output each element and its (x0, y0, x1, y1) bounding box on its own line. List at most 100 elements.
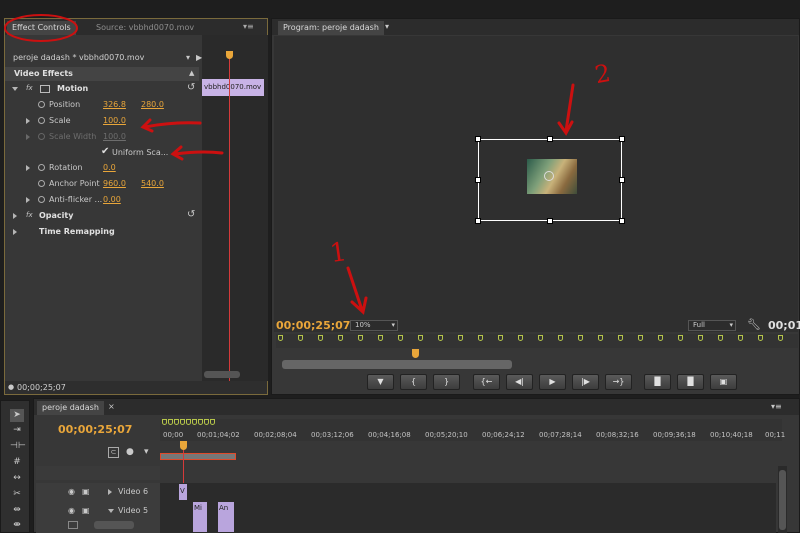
anchor-y-value[interactable]: 540.0 (141, 179, 164, 188)
add-marker-button[interactable]: ▼ (367, 374, 394, 390)
ripple-edit-tool-icon[interactable]: ⊣⊢ (10, 440, 26, 453)
motion-row[interactable]: fx Motion ↺ (5, 82, 199, 96)
play-button[interactable]: ▶ (539, 374, 566, 390)
motion-transform-icon[interactable] (40, 85, 50, 93)
mini-timeline-playhead[interactable] (229, 53, 230, 387)
anti-flicker-stopwatch-icon[interactable] (38, 196, 45, 203)
rotation-expand-icon[interactable] (26, 165, 30, 171)
position-y-value[interactable]: 280.0 (141, 100, 164, 109)
program-zoom-scrollbar[interactable] (282, 360, 512, 369)
uniform-scale-checkbox[interactable]: ✔ (101, 146, 109, 157)
tab-sequence[interactable]: peroje dadash (37, 401, 104, 415)
program-ruler[interactable] (276, 334, 798, 348)
wrench-icon[interactable]: 🔧︎ (747, 318, 761, 331)
sequence-tab-close-icon[interactable]: × (108, 402, 115, 411)
program-playhead-cap[interactable] (412, 349, 419, 358)
mark-in-button[interactable]: { (400, 374, 427, 390)
transform-handle-mr[interactable] (619, 177, 625, 183)
tab-program[interactable]: Program: peroje dadash (278, 21, 384, 35)
time-remapping-row[interactable]: Time Remapping (5, 225, 199, 239)
go-to-in-button[interactable]: {← (473, 374, 500, 390)
mini-timeline-playhead-cap[interactable] (226, 51, 233, 59)
position-x-value[interactable]: 326.8 (103, 100, 126, 109)
v5-expand-icon[interactable] (108, 509, 114, 513)
extract-button[interactable]: ▐▌ (677, 374, 704, 390)
anchor-crosshair-icon[interactable] (544, 171, 554, 181)
position-stopwatch-icon[interactable] (38, 101, 45, 108)
mark-out-button[interactable]: } (433, 374, 460, 390)
anchor-stopwatch-icon[interactable] (38, 180, 45, 187)
timeline-marker-icon[interactable]: ▾ (144, 447, 149, 457)
motion-expand-icon[interactable] (12, 87, 18, 91)
motion-reset-icon[interactable]: ↺ (187, 82, 195, 93)
mini-timeline-clip[interactable]: vbbhd0070.mov (202, 79, 264, 96)
slip-tool-icon[interactable]: ⇹ (10, 504, 24, 517)
lift-button[interactable]: ▐▌ (644, 374, 671, 390)
panel-menu-icon[interactable]: ▾≡ (243, 22, 254, 31)
v6-lock-icon[interactable]: ▣ (82, 487, 90, 496)
transform-handle-bm[interactable] (547, 218, 553, 224)
timeline-timecode[interactable]: 00;00;25;07 (58, 423, 132, 436)
v5-lock-icon[interactable]: ▣ (82, 506, 90, 515)
slide-tool-icon[interactable]: ⇼ (10, 519, 24, 532)
timeline-vertical-scrollbar[interactable] (778, 466, 787, 533)
opacity-expand-icon[interactable] (13, 213, 17, 219)
scale-value[interactable]: 100.0 (103, 116, 126, 125)
clip-v5-a[interactable]: Mi (193, 502, 207, 532)
v5-opacity-slider[interactable] (94, 521, 134, 529)
v6-eye-icon[interactable]: ◉ (68, 487, 75, 496)
track-select-tool-icon[interactable]: ⇥ (10, 424, 24, 437)
fx-icon[interactable]: fx (26, 84, 33, 92)
clip-name-dropdown-icon[interactable]: ▾ (186, 53, 190, 62)
step-back-button[interactable]: ◀| (506, 374, 533, 390)
ruler-marker (398, 335, 403, 341)
snap-icon[interactable]: ⊂ (108, 447, 119, 458)
rotation-stopwatch-icon[interactable] (38, 164, 45, 171)
time-remap-expand-icon[interactable] (13, 229, 17, 235)
v6-expand-icon[interactable] (108, 489, 112, 495)
transform-handle-ml[interactable] (475, 177, 481, 183)
tab-effect-controls[interactable]: Effect Controls (7, 21, 76, 35)
opacity-row[interactable]: fx Opacity ↺ (5, 209, 199, 223)
transform-handle-br[interactable] (619, 218, 625, 224)
zoom-level-dropdown[interactable]: 10% (350, 320, 398, 331)
rate-stretch-tool-icon[interactable]: ↔ (10, 472, 24, 485)
transform-handle-tm[interactable] (547, 136, 553, 142)
scale-width-value: 100.0 (103, 132, 126, 141)
program-tab-dropdown-icon[interactable]: ▾ (385, 22, 389, 31)
ruler-label-10: 00;10;40;18 (710, 431, 753, 439)
razor-tool-icon[interactable]: ✂ (10, 488, 24, 501)
v5-keyframe-toggle-icon[interactable] (68, 521, 78, 529)
selection-tool-icon[interactable]: ➤ (10, 409, 24, 422)
work-area-bar[interactable] (160, 453, 236, 460)
set-marker-icon[interactable]: ● (126, 447, 134, 457)
opacity-reset-icon[interactable]: ↺ (187, 209, 195, 220)
v5-eye-icon[interactable]: ◉ (68, 506, 75, 515)
anti-flicker-value[interactable]: 0.00 (103, 195, 121, 204)
transform-handle-bl[interactable] (475, 218, 481, 224)
clip-v5-b[interactable]: An (218, 502, 234, 532)
timeline-scroll-thumb[interactable] (779, 470, 786, 530)
step-forward-button[interactable]: |▶ (572, 374, 599, 390)
timeline-panel-menu-icon[interactable]: ▾≡ (771, 402, 782, 411)
anti-flicker-expand-icon[interactable] (26, 197, 30, 203)
scale-width-expand-icon[interactable] (26, 134, 30, 140)
playback-quality-dropdown[interactable]: Full (688, 320, 736, 331)
clip-v6[interactable]: V (179, 484, 187, 500)
transform-handle-tl[interactable] (475, 136, 481, 142)
program-timecode[interactable]: 00;00;25;07 (276, 319, 350, 332)
export-frame-button[interactable]: ▣ (710, 374, 737, 390)
collapse-up-icon[interactable]: ▲ (189, 69, 194, 77)
effect-controls-zoom-scroll[interactable] (204, 371, 240, 378)
transform-handle-tr[interactable] (619, 136, 625, 142)
anchor-x-value[interactable]: 960.0 (103, 179, 126, 188)
tab-source[interactable]: Source: vbbhd0070.mov (91, 21, 199, 35)
rolling-edit-tool-icon[interactable]: # (10, 456, 24, 469)
ruler-marker (498, 335, 503, 341)
scale-stopwatch-icon[interactable] (38, 117, 45, 124)
scale-expand-icon[interactable] (26, 118, 30, 124)
opacity-fx-icon[interactable]: fx (26, 211, 33, 219)
rotation-value[interactable]: 0.0 (103, 163, 116, 172)
timeline-playhead-cap[interactable] (180, 441, 187, 450)
go-to-out-button[interactable]: →} (605, 374, 632, 390)
